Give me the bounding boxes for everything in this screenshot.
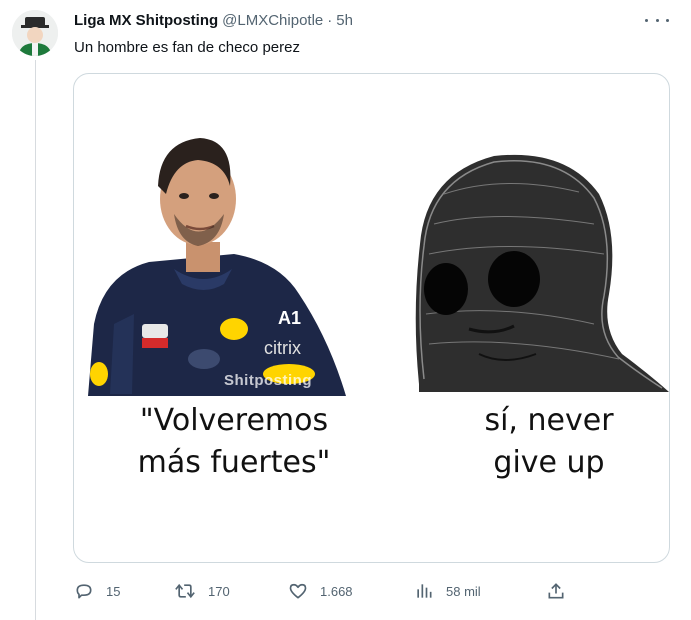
like-count: 1.668 xyxy=(320,583,353,599)
action-bar: 15 170 1.668 58 mil xyxy=(74,578,574,606)
heart-icon xyxy=(289,583,307,599)
retweet-count: 170 xyxy=(208,583,230,599)
tweet-text: Un hombre es fan de checo perez xyxy=(74,39,300,56)
avatar[interactable] xyxy=(12,10,58,56)
left-caption-line2: más fuertes" xyxy=(137,445,331,480)
tweet-header: Liga MX Shitposting @LMXChipotle · 5h xyxy=(74,12,353,29)
reply-count: 15 xyxy=(106,583,121,599)
retweet-icon xyxy=(175,583,195,599)
watermark-text: Shitposting xyxy=(224,372,312,389)
display-name[interactable]: Liga MX Shitposting xyxy=(74,12,218,29)
views-button[interactable]: 58 mil xyxy=(414,581,481,601)
share-icon xyxy=(548,583,564,599)
views-count: 58 mil xyxy=(446,583,481,599)
right-caption-line2: give up xyxy=(493,445,605,480)
right-caption-line1: sí, never xyxy=(484,403,614,438)
meme-image: A1 citrix xyxy=(88,138,669,396)
user-handle[interactable]: @LMXChipotle xyxy=(222,12,323,29)
like-button[interactable]: 1.668 xyxy=(288,581,353,601)
reply-icon xyxy=(76,584,92,599)
wojak-figure xyxy=(415,154,669,392)
separator-dot: · xyxy=(327,12,333,29)
left-caption: "Volveremos más fuertes" xyxy=(104,400,364,484)
svg-text:citrix: citrix xyxy=(264,338,301,358)
retweet-button[interactable]: 170 xyxy=(174,581,230,601)
left-caption-line1: "Volveremos xyxy=(139,403,329,438)
tweet-media[interactable]: A1 citrix Shitposting "Volveremos más fu… xyxy=(73,73,670,563)
timestamp[interactable]: 5h xyxy=(336,12,353,29)
driver-figure: A1 citrix xyxy=(88,138,346,396)
tweet[interactable]: Liga MX Shitposting @LMXChipotle · 5h Un… xyxy=(0,0,691,620)
avatar-icon xyxy=(12,10,58,56)
reply-button[interactable]: 15 xyxy=(74,581,120,601)
thread-line xyxy=(35,60,36,620)
share-button[interactable] xyxy=(546,581,566,601)
right-caption: sí, never give up xyxy=(434,400,664,484)
svg-text:A1: A1 xyxy=(278,308,301,328)
views-icon xyxy=(417,584,432,598)
more-icon[interactable] xyxy=(645,10,669,30)
